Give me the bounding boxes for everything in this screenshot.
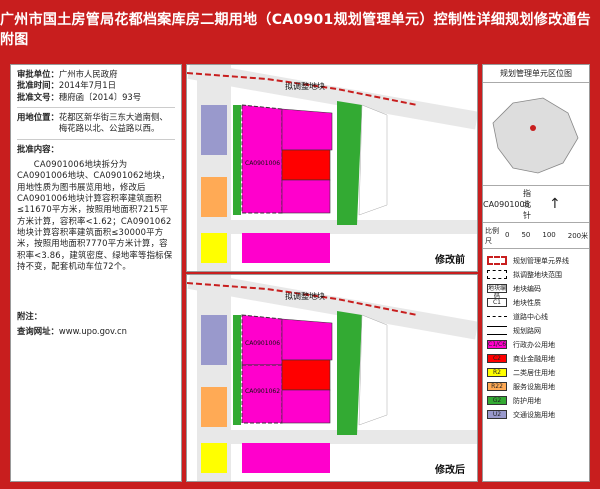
legend-item: C2 商业金融用地: [483, 352, 589, 365]
legend-swatch: C1/C6: [487, 340, 507, 349]
zone-r2: [201, 233, 227, 263]
legend-item: 拟调整地块范围: [483, 268, 589, 281]
lot-code-after-2: CA0901062: [245, 388, 280, 395]
legend-swatch: R22: [487, 382, 507, 391]
block-label-after: 拟调整地块: [285, 291, 325, 301]
web-label: 查询网址：: [17, 326, 59, 337]
note-label: 附注：: [17, 311, 43, 321]
loc-value: 花都区新华街三东大道南侧、梅花路以北、公益路以西。: [58, 112, 168, 134]
legend-swatch: G2: [487, 396, 507, 405]
date-label: 批准时间：: [17, 80, 59, 91]
legend-label: 行政办公用地: [513, 340, 555, 349]
map-before-svg: 拟调整地块 CA0901006: [187, 65, 477, 271]
legend-label: 地块编码: [513, 284, 541, 293]
stage-label-before: 修改前: [435, 255, 465, 266]
unit-value: 广州市人民政府: [58, 69, 118, 79]
scale-ticks: 0 50 100 200米: [505, 231, 588, 241]
legend-swatch: U2: [487, 410, 507, 419]
scale-tick: 200米: [567, 231, 589, 240]
desc-value: CA0901006地块拆分为CA0901006地块、CA0901062地块，用地…: [17, 159, 173, 272]
legend-panel: 规划管理单元区位图 CA0901006 指北针 ↑ 比例尺 0 50 100 200米…: [482, 64, 590, 482]
legend-label: 商业金融用地: [513, 354, 555, 363]
zone-u2: [201, 105, 227, 155]
doc-value: 穗府函〔2014〕93号: [58, 91, 142, 102]
legend-label: 道路中心线: [513, 312, 548, 321]
date-value: 2014年7月1日: [58, 80, 116, 91]
legend-label: 服务设施用地: [513, 382, 555, 391]
location-map: [492, 97, 579, 174]
legend-swatch: [487, 316, 507, 317]
scale-tick: 100: [542, 230, 556, 239]
scale-tick: 50: [521, 230, 531, 239]
legend-item: 规划管理单元界线: [483, 254, 589, 267]
legend-item: R22 服务设施用地: [483, 380, 589, 393]
legend-item: G2 防护用地: [483, 394, 589, 407]
legend-swatch: C1: [487, 298, 507, 307]
legend-label: 规划管理单元界线: [513, 256, 569, 265]
legend-swatch: 地块编码: [487, 284, 507, 300]
legend-swatch: [487, 270, 507, 279]
legend-label: 交通设施用地: [513, 410, 555, 419]
north-label: 指北针: [523, 188, 531, 220]
legend-item: 地块编码 地块编码: [483, 282, 589, 300]
legend-label: 二类居住用地: [513, 368, 555, 377]
legend-items: 规划管理单元界线 拟调整地块范围 地块编码 地块编码 C1 地块性质 道路中心线 规划路网 C1…: [483, 249, 589, 421]
block-label-before: 拟调整地块: [285, 81, 325, 91]
legend-swatch: [487, 326, 507, 335]
legend-swatch: [487, 256, 507, 265]
lot-code-after-1: CA0901006: [245, 340, 280, 347]
legend-item: C1/C6 行政办公用地: [483, 338, 589, 351]
info-panel: 审批单位： 广州市人民政府 批准时间： 2014年7月1日 批准文号： 穗府函〔201…: [10, 64, 182, 482]
loc-label: 用地位置：: [17, 112, 59, 123]
north-row: CA0901006 指北针 ↑: [483, 185, 589, 223]
divider: [17, 107, 175, 109]
legend-item: U2 交通设施用地: [483, 408, 589, 421]
north-arrow-icon: ↑: [549, 196, 561, 212]
legend-swatch: R2: [487, 368, 507, 377]
scale-row: 比例尺 0 50 100 200米: [483, 223, 589, 249]
lot-code-before: CA0901006: [245, 160, 280, 167]
page-title: 广州市国土房管局花都档案库房二期用地（CA0901规划管理单元）控制性详细规划修…: [0, 12, 591, 48]
map-before: 拟调整地块 CA0901006 修改前: [186, 64, 478, 272]
unit-label: 审批单位：: [17, 69, 59, 79]
map-after-svg: 拟调整地块 CA0901006 CA0901062: [187, 275, 477, 481]
locmap-title: 规划管理单元区位图: [483, 65, 589, 83]
legend-label: 防护用地: [513, 396, 541, 405]
legend-label: 拟调整地块范围: [513, 270, 562, 279]
legend-item: 道路中心线: [483, 310, 589, 323]
web-link[interactable]: www.upo.gov.cn: [59, 326, 127, 337]
legend-item: C1 地块性质: [483, 296, 589, 309]
note-block: 附注： 查询网址： www.upo.gov.cn: [17, 309, 127, 338]
legend-label: 地块性质: [513, 298, 541, 307]
unit-code: CA0901006: [483, 199, 530, 209]
legend-item: 规划路网: [483, 324, 589, 337]
legend-label: 规划路网: [513, 326, 541, 335]
desc-label: 批准内容：: [17, 143, 59, 154]
zone-r22: [201, 177, 227, 217]
legend-swatch: C2: [487, 354, 507, 363]
map-after: 拟调整地块 CA0901006 CA0901062 修改后: [186, 274, 478, 482]
divider: [17, 138, 175, 140]
scale-label: 比例尺: [485, 226, 499, 245]
doc-label: 批准文号：: [17, 91, 59, 102]
scale-tick: 0: [505, 230, 510, 239]
stage-label-after: 修改后: [435, 465, 465, 476]
legend-item: R2 二类居住用地: [483, 366, 589, 379]
